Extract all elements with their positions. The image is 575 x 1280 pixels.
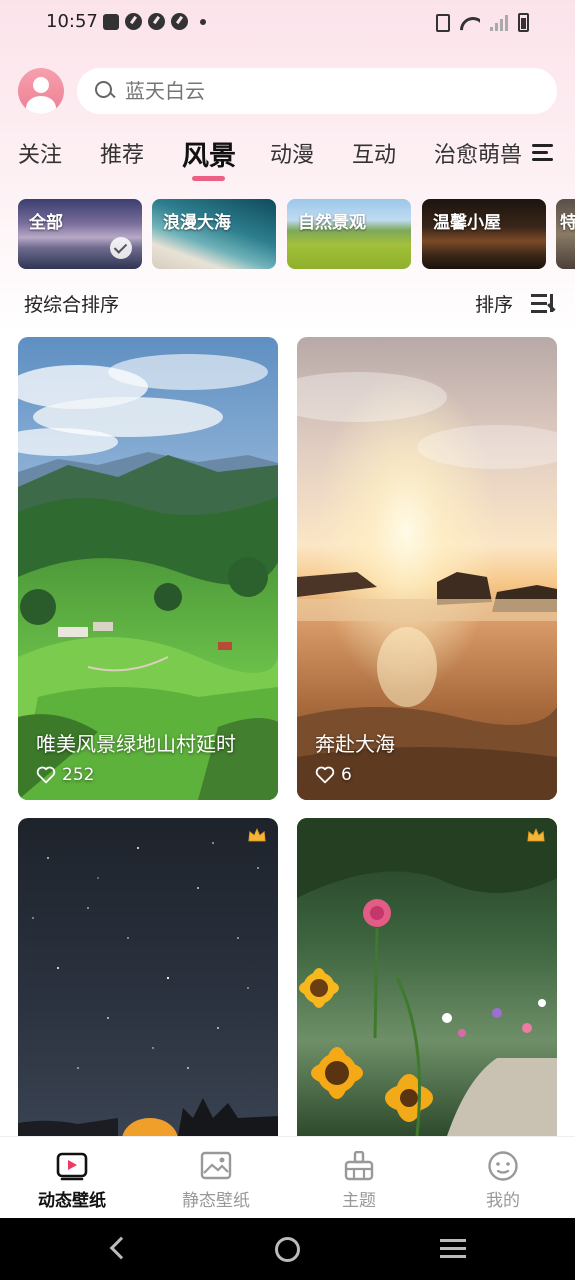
tab-healing-pets[interactable]: 治愈萌兽 [434,137,522,169]
heart-icon [315,766,335,784]
wifi-icon [460,15,480,31]
likes-count[interactable]: 252 [36,765,94,785]
recent-apps-icon[interactable] [440,1239,466,1259]
tab-indicator [192,176,225,181]
tab-anime[interactable]: 动漫 [270,137,314,169]
speed-icon [148,13,165,30]
play-icon [56,1152,88,1181]
nav-label: 动态壁纸 [38,1191,106,1211]
category-chip-label: 浪漫大海 [163,213,231,233]
category-chip-more[interactable]: 特 [556,199,575,269]
wallpaper-card[interactable] [297,818,557,1136]
wallpaper-card[interactable]: 唯美风景绿地山村延时 252 [18,337,278,800]
vibrate-icon [436,13,450,32]
wallpaper-card[interactable]: 奔赴大海 6 [297,337,557,800]
tab-follow[interactable]: 关注 [18,137,62,169]
category-chip-label: 特 [560,213,575,233]
message-icon [103,13,119,30]
status-time: 10:57 [46,11,98,32]
nav-label: 主题 [342,1191,376,1211]
wallpaper-thumbnail [18,818,278,1136]
tab-interactive[interactable]: 互动 [352,137,396,169]
face-icon [488,1151,518,1181]
nav-label: 我的 [486,1191,520,1211]
wallpaper-title: 唯美风景绿地山村延时 [36,732,236,756]
category-chip-ocean[interactable]: 浪漫大海 [152,199,276,269]
nav-mine[interactable]: 我的 [431,1137,575,1219]
search-bar[interactable] [77,68,557,114]
notification-icons [103,13,206,30]
image-icon [200,1151,232,1180]
check-icon [110,237,132,259]
likes-count[interactable]: 6 [315,765,352,785]
crown-icon [248,828,266,842]
likes-value: 252 [62,765,95,785]
system-nav-bar [0,1218,575,1280]
home-icon[interactable] [275,1237,300,1262]
nav-label: 静态壁纸 [182,1191,250,1211]
speed-icon [171,13,188,30]
status-bar: 10:57 [0,0,575,46]
tab-scenery[interactable]: 风景 [182,134,236,173]
category-tabs: 关注 推荐 风景 动漫 互动 治愈萌兽 [0,128,575,184]
nav-live-wallpaper[interactable]: 动态壁纸 [0,1137,144,1219]
wallpaper-title: 奔赴大海 [315,732,395,756]
wallpaper-thumbnail [297,818,557,1136]
battery-icon [518,13,529,32]
search-icon [95,81,115,101]
bottom-nav: 动态壁纸 静态壁纸 主题 我的 [0,1136,575,1218]
sort-by-overall[interactable]: 按综合排序 [24,290,119,317]
category-chip-label: 全部 [29,213,63,233]
heart-icon [36,766,56,784]
menu-icon[interactable] [532,144,553,162]
brush-icon [344,1151,374,1181]
speed-icon [125,13,142,30]
sort-icon[interactable] [531,292,556,314]
sort-button[interactable]: 排序 [475,290,513,317]
category-chip-all[interactable]: 全部 [18,199,142,269]
category-chip-label: 自然景观 [298,213,366,233]
search-input[interactable] [125,79,525,103]
wallpaper-card[interactable] [18,818,278,1136]
nav-static-wallpaper[interactable]: 静态壁纸 [144,1137,288,1219]
crown-icon [527,828,545,842]
tab-recommend[interactable]: 推荐 [100,137,144,169]
likes-value: 6 [341,765,352,785]
category-chip-cozy-house[interactable]: 温馨小屋 [422,199,546,269]
category-chip-label: 温馨小屋 [433,213,501,233]
system-icons [436,13,529,32]
signal-icon [490,14,508,31]
category-chip-nature[interactable]: 自然景观 [287,199,411,269]
avatar[interactable] [18,68,64,114]
back-icon[interactable] [109,1236,133,1260]
nav-theme[interactable]: 主题 [287,1137,431,1219]
more-dot-icon [200,18,206,25]
